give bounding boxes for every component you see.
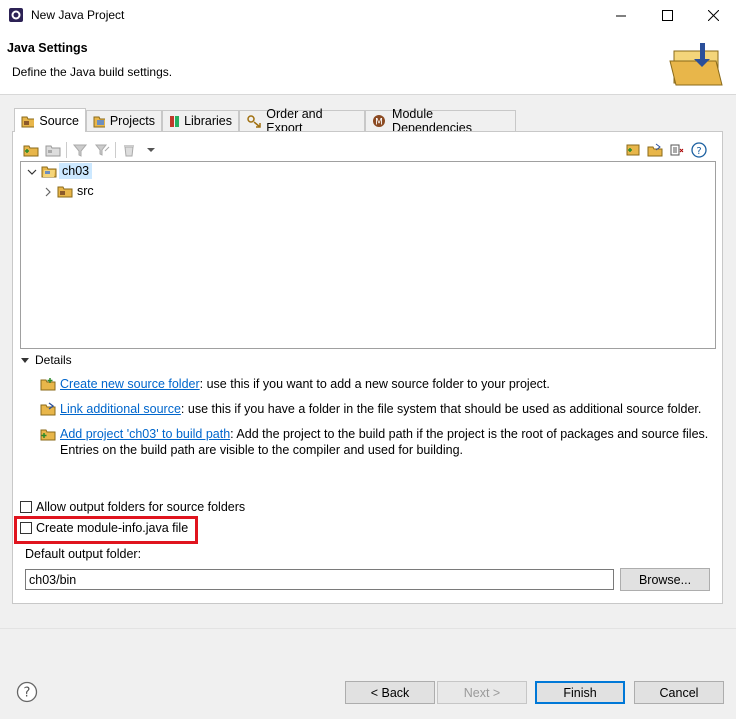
create-module-info-option[interactable]: Create module-info.java file bbox=[20, 521, 188, 535]
checkbox-label: Create module-info.java file bbox=[36, 521, 189, 535]
link-folder-icon bbox=[45, 145, 61, 157]
tree-row-ch03[interactable]: ch03 bbox=[21, 162, 715, 182]
package-folder-icon bbox=[57, 186, 73, 198]
create-module-info-checkbox[interactable] bbox=[20, 522, 32, 534]
footer-divider bbox=[0, 628, 736, 629]
detail-line: Add project 'ch03' to build path: Add th… bbox=[60, 427, 708, 442]
filter-edit-icon bbox=[94, 144, 110, 156]
source-folder-icon bbox=[21, 116, 35, 127]
detail-text: : use this if you want to add a new sour… bbox=[199, 377, 550, 391]
module-icon: M bbox=[373, 115, 385, 128]
source-toolbar-right: ? bbox=[624, 141, 708, 159]
tab-label: Projects bbox=[109, 114, 155, 128]
cancel-button[interactable]: Cancel bbox=[634, 681, 724, 704]
link-source-icon bbox=[647, 143, 663, 157]
minimize-icon bbox=[615, 15, 626, 17]
detail-text: : use this if you have a folder in the f… bbox=[180, 402, 702, 416]
tab-order-and-export[interactable]: Order and Export bbox=[239, 107, 365, 135]
close-button[interactable] bbox=[690, 0, 736, 31]
help-icon[interactable]: ? bbox=[16, 681, 38, 703]
checkbox-label: Allow output folders for source folders bbox=[36, 500, 246, 514]
add-folder-button[interactable] bbox=[22, 141, 40, 159]
source-toolbar bbox=[22, 141, 160, 159]
triangle-down-icon bbox=[21, 358, 29, 363]
eclipse-app-icon bbox=[9, 8, 23, 22]
link-folder-button-right[interactable] bbox=[646, 141, 664, 159]
finish-button[interactable]: Finish bbox=[535, 681, 625, 704]
details-section-toggle[interactable]: Details bbox=[20, 353, 72, 367]
header-banner: Java Settings Define the Java build sett… bbox=[0, 31, 736, 95]
help-icon: ? bbox=[691, 142, 707, 158]
detail-text: : Add the project to the build path if t… bbox=[230, 427, 709, 441]
filter-icon bbox=[72, 144, 88, 157]
allow-output-folders-option[interactable]: Allow output folders for source folders bbox=[20, 500, 245, 514]
order-export-icon bbox=[247, 115, 261, 128]
filter-edit-button[interactable] bbox=[93, 141, 111, 159]
link-source-icon bbox=[40, 402, 56, 416]
toolbar-separator bbox=[66, 142, 67, 158]
tab-projects[interactable]: Projects bbox=[86, 110, 162, 131]
project-folder-icon bbox=[41, 166, 57, 178]
collapse-icon bbox=[670, 144, 684, 156]
remove-button[interactable] bbox=[120, 141, 138, 159]
back-button[interactable]: < Back bbox=[345, 681, 435, 704]
title-bar: New Java Project bbox=[0, 0, 736, 31]
maximize-icon bbox=[661, 10, 673, 21]
add-folder-button-right[interactable] bbox=[624, 141, 642, 159]
tree-item-label: src bbox=[77, 184, 94, 198]
output-folder-label: Default output folder: bbox=[25, 547, 142, 561]
more-dropdown-button[interactable] bbox=[142, 141, 160, 159]
tab-label: Libraries bbox=[184, 114, 232, 128]
window-title: New Java Project bbox=[31, 8, 125, 22]
detail-line: Create new source folder: use this if yo… bbox=[60, 377, 550, 392]
svg-text:?: ? bbox=[24, 686, 31, 701]
filter-button[interactable] bbox=[71, 141, 89, 159]
remove-icon bbox=[124, 145, 134, 157]
help-toolbar-button[interactable]: ? bbox=[690, 141, 708, 159]
tab-libraries[interactable]: Libraries bbox=[162, 110, 239, 131]
svg-text:M: M bbox=[375, 118, 383, 128]
close-icon bbox=[707, 10, 719, 21]
add-project-icon bbox=[40, 429, 56, 441]
page-title: Java Settings bbox=[7, 41, 88, 55]
link-source-button[interactable] bbox=[44, 141, 62, 159]
tab-module-dependencies[interactable]: M Module Dependencies bbox=[365, 107, 516, 135]
new-source-folder-icon bbox=[626, 144, 640, 156]
new-source-folder-icon bbox=[40, 378, 56, 391]
collapse-button[interactable] bbox=[668, 141, 686, 159]
browse-button[interactable]: Browse... bbox=[620, 568, 710, 591]
create-source-folder-link[interactable]: Create new source folder bbox=[60, 377, 200, 391]
details-heading: Details bbox=[35, 353, 72, 367]
chevron-right-icon[interactable] bbox=[43, 187, 53, 197]
projects-icon bbox=[93, 116, 105, 128]
tree-row-src[interactable]: src bbox=[21, 182, 715, 202]
java-project-wizard-icon bbox=[669, 43, 723, 86]
chevron-down-icon bbox=[147, 148, 155, 152]
svg-text:?: ? bbox=[696, 146, 701, 157]
toolbar-separator bbox=[115, 142, 116, 158]
add-project-link[interactable]: Add project 'ch03' to build path bbox=[60, 427, 230, 441]
libraries-icon bbox=[170, 116, 179, 127]
maximize-button[interactable] bbox=[644, 0, 690, 31]
add-folder-icon bbox=[23, 145, 39, 157]
page-description: Define the Java build settings. bbox=[12, 65, 173, 79]
minimize-button[interactable] bbox=[598, 0, 644, 31]
source-tree: ch03 src bbox=[20, 161, 716, 349]
chevron-down-icon[interactable] bbox=[27, 167, 37, 177]
tab-label: Source bbox=[39, 113, 79, 128]
tab-source[interactable]: Source bbox=[14, 108, 86, 132]
allow-output-folders-checkbox[interactable] bbox=[20, 501, 32, 513]
detail-text-line2: Entries on the build path are visible to… bbox=[60, 443, 464, 457]
output-folder-input[interactable]: ch03/bin bbox=[25, 569, 614, 590]
detail-line: Link additional source: use this if you … bbox=[60, 402, 701, 417]
next-button[interactable]: Next > bbox=[437, 681, 527, 704]
tree-item-label: ch03 bbox=[59, 163, 93, 179]
link-additional-source-link[interactable]: Link additional source bbox=[60, 402, 181, 416]
